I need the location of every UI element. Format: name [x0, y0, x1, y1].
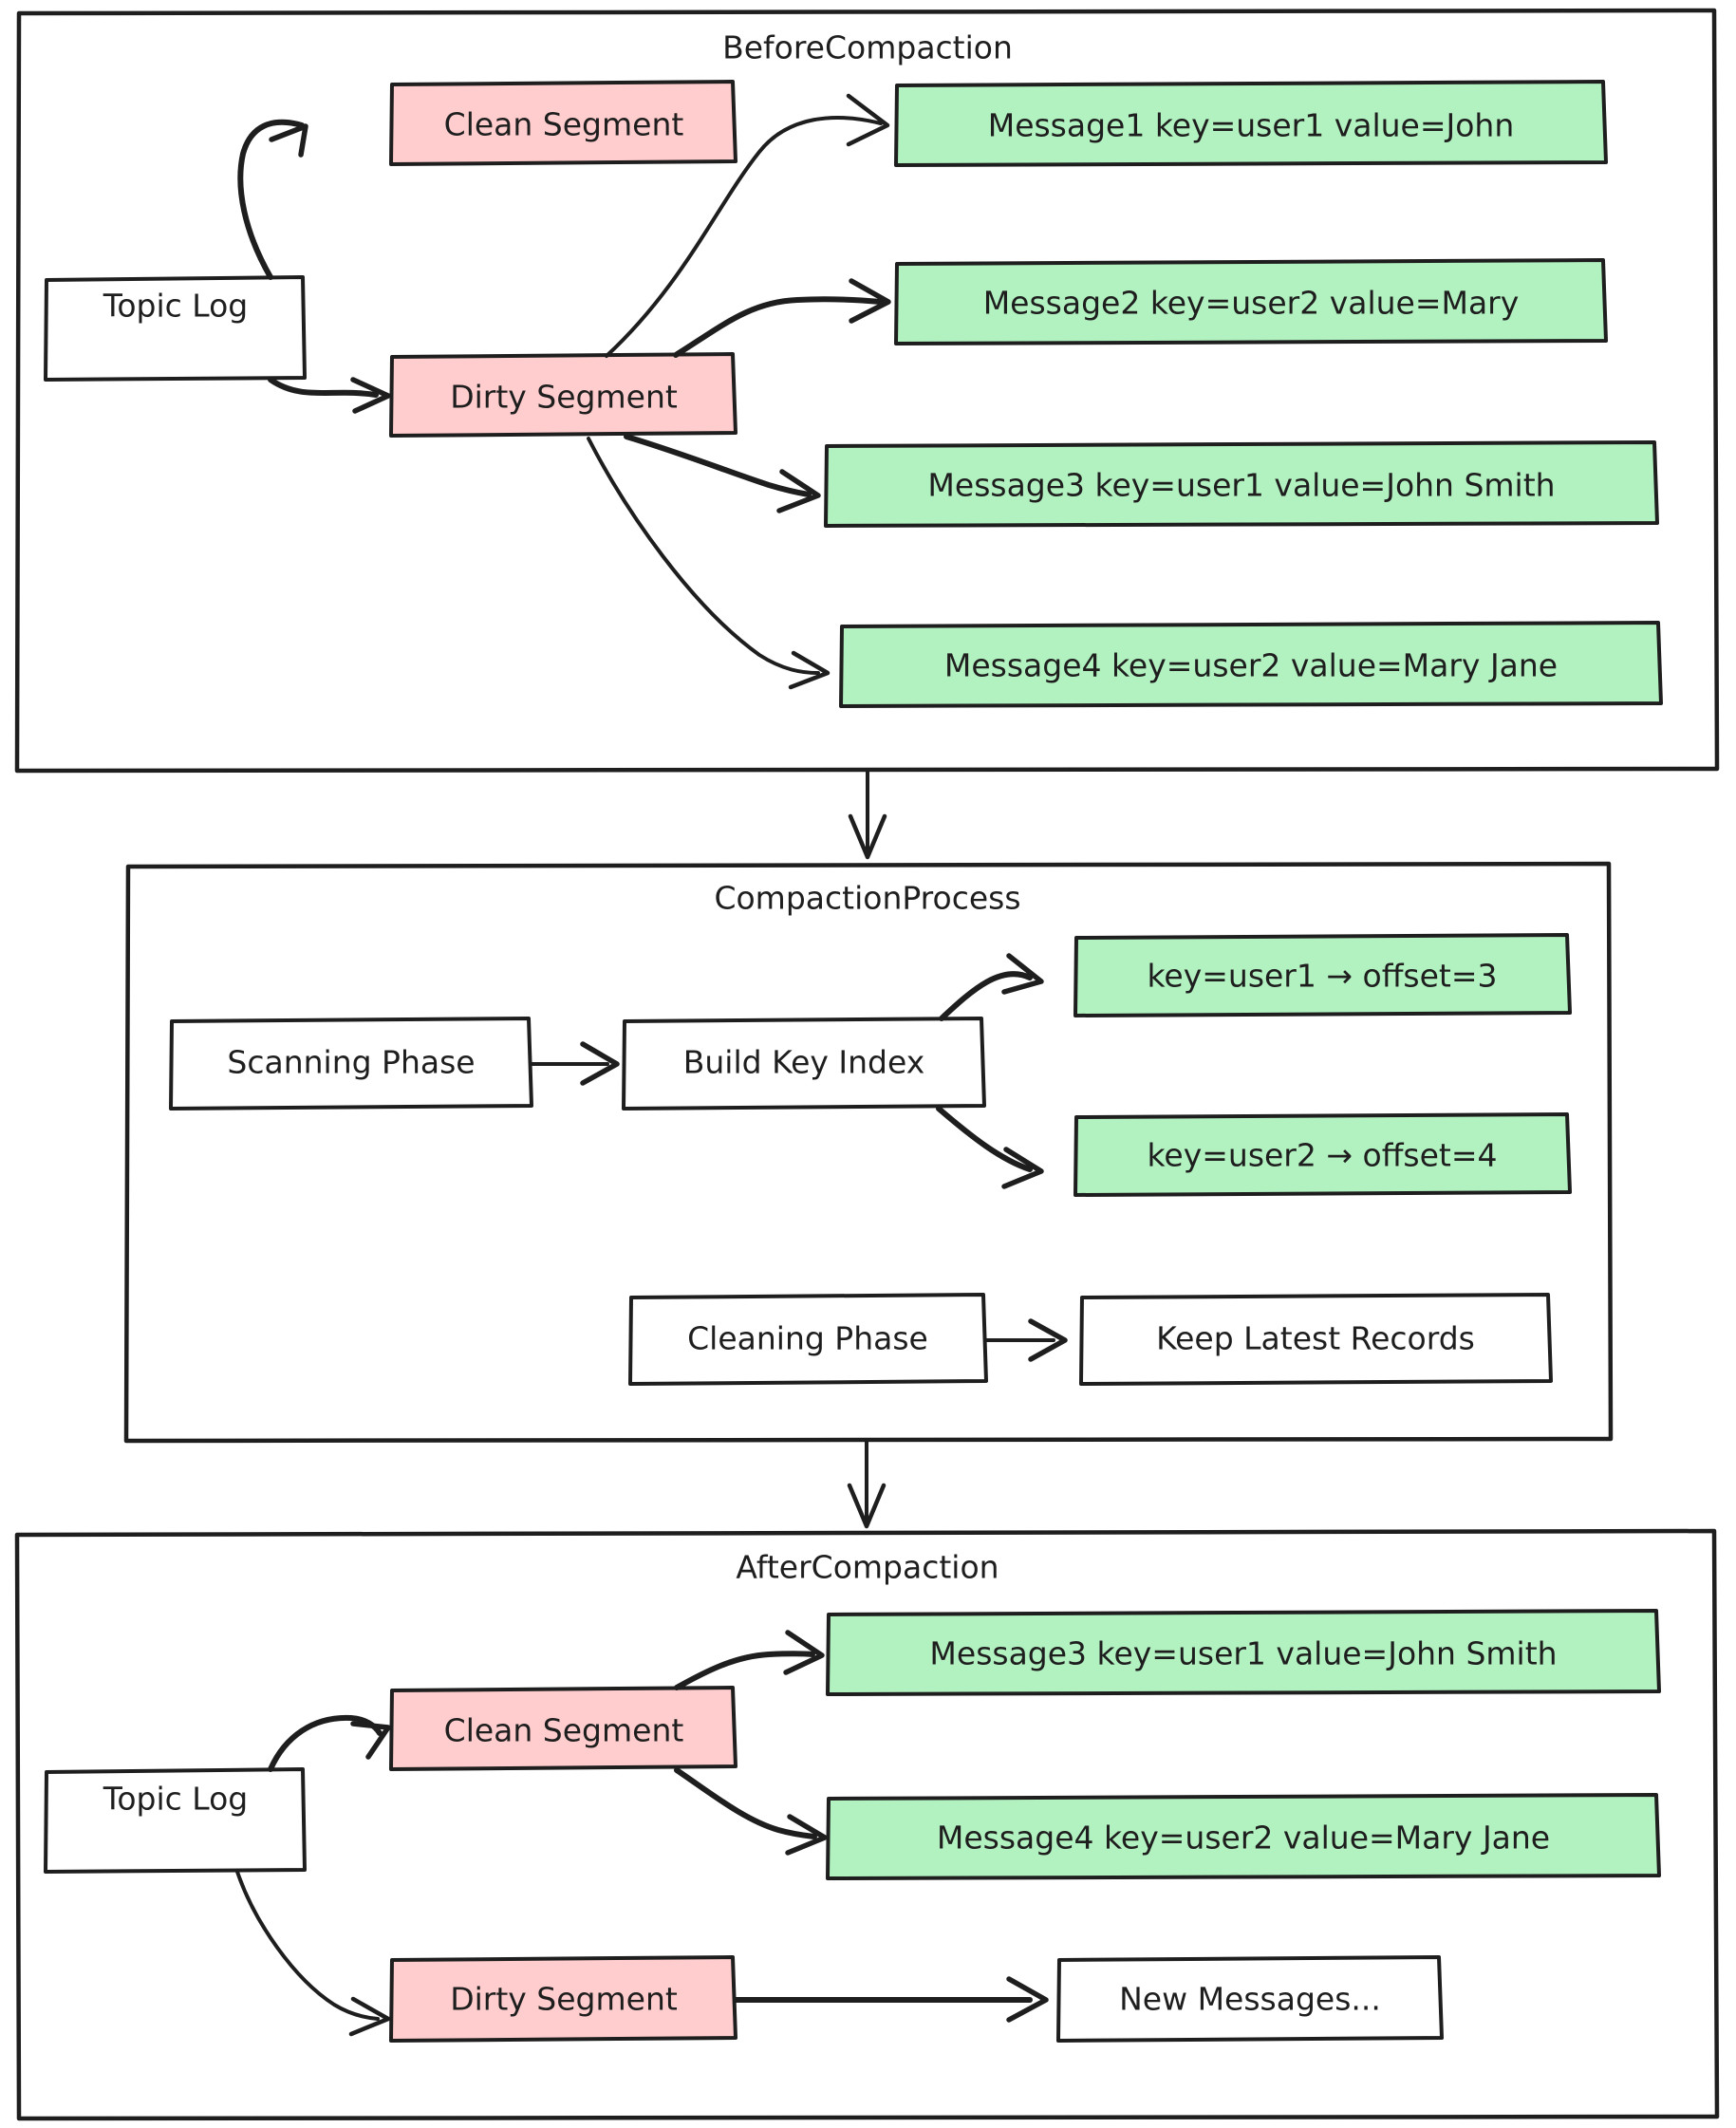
node-index-user2[interactable]: key=user2 → offset=4: [1073, 1112, 1572, 1197]
edge-cleansegment-to-message3-after: [674, 1630, 825, 1690]
node-message2-label: Message2 key=user2 value=Mary: [983, 285, 1520, 322]
node-index-user2-label: key=user2 → offset=4: [1147, 1137, 1497, 1174]
node-dirty-segment-before[interactable]: Dirty Segment: [389, 352, 737, 438]
group-before-compaction-title: BeforeCompaction: [722, 29, 1013, 66]
node-topic-log-before[interactable]: Topic Log: [44, 275, 307, 382]
node-topic-log-before-label: Topic Log: [103, 288, 248, 325]
node-topic-log-after-label: Topic Log: [103, 1781, 248, 1818]
edge-build-to-index-user2: [936, 1106, 1044, 1189]
edge-topiclog-to-cleansegment-before: [237, 119, 308, 280]
node-index-user1-label: key=user1 → offset=3: [1147, 958, 1497, 995]
node-cleaning-phase[interactable]: Cleaning Phase: [628, 1293, 988, 1386]
edge-dirtysegment-to-message3: [624, 434, 821, 513]
node-cleaning-phase-label: Cleaning Phase: [687, 1320, 928, 1357]
node-message1-label: Message1 key=user1 value=John: [988, 107, 1515, 144]
group-after-compaction: AfterCompaction Topic Log Clean Segment …: [14, 1528, 1720, 2121]
edge-topiclog-to-cleansegment-after: [268, 1714, 391, 1772]
node-dirty-segment-before-label: Dirty Segment: [450, 379, 678, 416]
edge-topiclog-to-dirtysegment-before: [268, 377, 391, 414]
kafka-log-compaction-diagram: BeforeCompaction Topic Log Clean Segment…: [14, 8, 1720, 2121]
node-keep-latest-records[interactable]: Keep Latest Records: [1079, 1293, 1553, 1386]
node-scanning-phase-label: Scanning Phase: [227, 1044, 475, 1081]
node-new-messages-label: New Messages...: [1119, 1981, 1381, 2018]
node-topic-log-after[interactable]: Topic Log: [44, 1767, 307, 1874]
node-clean-segment-after-label: Clean Segment: [444, 1712, 684, 1749]
edge-scanning-to-build: [530, 1041, 620, 1086]
node-message3-after-label: Message3 key=user1 value=John Smith: [929, 1635, 1557, 1672]
connector-before-to-process: [848, 769, 887, 860]
group-compaction-process: CompactionProcess Scanning Phase Build K…: [123, 861, 1614, 1444]
edge-dirtysegment-to-message2: [673, 278, 891, 358]
node-dirty-segment-after-label: Dirty Segment: [450, 1981, 678, 2018]
connector-process-to-after: [847, 1439, 887, 1529]
diagram-canvas: BeforeCompaction Topic Log Clean Segment…: [0, 0, 1736, 2128]
node-message4-after-label: Message4 key=user2 value=Mary Jane: [937, 1820, 1550, 1857]
group-compaction-process-title: CompactionProcess: [714, 880, 1020, 917]
node-message3-before[interactable]: Message3 key=user1 value=John Smith: [824, 440, 1659, 528]
edge-cleansegment-to-message4-after: [674, 1767, 828, 1856]
group-after-compaction-title: AfterCompaction: [736, 1549, 999, 1586]
node-clean-segment-after[interactable]: Clean Segment: [389, 1686, 737, 1771]
group-before-compaction: BeforeCompaction Topic Log Clean Segment…: [14, 8, 1720, 774]
node-message4-before-label: Message4 key=user2 value=Mary Jane: [944, 647, 1558, 684]
node-build-key-index[interactable]: Build Key Index: [622, 1017, 986, 1111]
node-clean-segment-before-label: Clean Segment: [444, 106, 684, 143]
edge-cleaning-to-keep: [984, 1318, 1068, 1362]
node-scanning-phase[interactable]: Scanning Phase: [169, 1017, 533, 1111]
node-index-user1[interactable]: key=user1 → offset=3: [1073, 933, 1572, 1017]
node-message2[interactable]: Message2 key=user2 value=Mary: [894, 258, 1608, 345]
node-message4-after[interactable]: Message4 key=user2 value=Mary Jane: [826, 1793, 1661, 1880]
node-message3-after[interactable]: Message3 key=user1 value=John Smith: [826, 1609, 1661, 1696]
edge-dirtysegment-to-newmessages: [733, 1976, 1049, 2023]
node-message1[interactable]: Message1 key=user1 value=John: [894, 80, 1608, 167]
node-dirty-segment-after[interactable]: Dirty Segment: [389, 1955, 737, 2043]
node-build-key-index-label: Build Key Index: [683, 1044, 925, 1081]
edge-build-to-index-user1: [939, 953, 1044, 1021]
node-new-messages[interactable]: New Messages...: [1056, 1955, 1444, 2043]
node-keep-latest-records-label: Keep Latest Records: [1156, 1320, 1475, 1357]
edge-topiclog-to-dirtysegment-after: [235, 1870, 391, 2037]
node-message3-before-label: Message3 key=user1 value=John Smith: [927, 467, 1555, 504]
node-message4-before[interactable]: Message4 key=user2 value=Mary Jane: [839, 621, 1663, 708]
node-clean-segment-before[interactable]: Clean Segment: [389, 80, 737, 166]
